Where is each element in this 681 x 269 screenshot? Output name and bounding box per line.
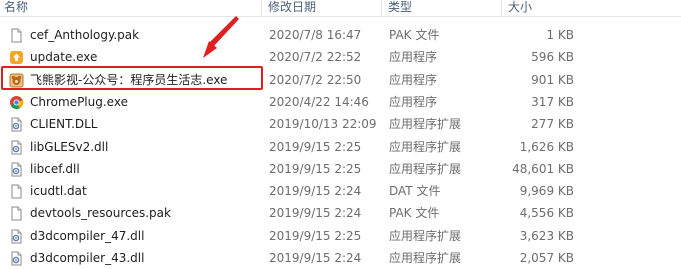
annotation-arrow — [203, 16, 239, 58]
